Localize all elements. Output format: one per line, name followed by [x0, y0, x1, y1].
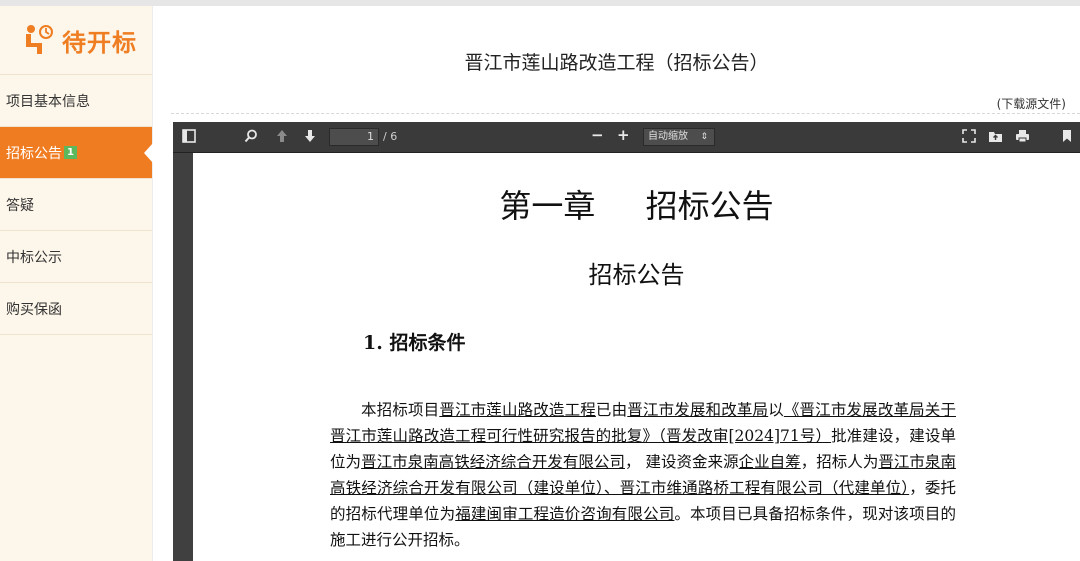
search-icon[interactable]: [244, 129, 258, 148]
zoom-in-icon[interactable]: +: [617, 127, 630, 143]
page-title: 晋江市莲山路改造工程（招标公告）: [464, 52, 769, 74]
page-total: / 6: [383, 130, 398, 143]
chapter-title: 第一章 招标公告: [499, 187, 774, 225]
chevron-updown-icon: ⇕: [700, 132, 708, 142]
sidebar-item-label: 项目基本信息: [6, 93, 90, 110]
pdf-page: 第一章 招标公告 招标公告 1. 招标条件 本招标项目晋江市莲山路改造工程已由晋…: [193, 153, 1080, 561]
sidebar-toggle-icon[interactable]: [182, 129, 196, 148]
page-number-input[interactable]: 1: [329, 128, 379, 146]
sidebar: 待开标 项目基本信息 招标公告 1 答疑 中标公示 购买保函: [0, 6, 153, 561]
pdf-viewer: 1 / 6 − + 自动缩放 ⇕ 第一章 招标公告 招标公告 1. 招标条件 本…: [173, 122, 1080, 561]
main-content: 晋江市莲山路改造工程（招标公告） (下载源文件) 1 / 6 − + 自动缩放 …: [153, 6, 1080, 561]
sidebar-item-tender-notice[interactable]: 招标公告 1: [0, 127, 153, 179]
previous-page-icon[interactable]: [276, 129, 288, 148]
zoom-select[interactable]: 自动缩放 ⇕: [643, 128, 715, 146]
sidebar-item-buy-guarantee[interactable]: 购买保函: [0, 283, 152, 335]
sidebar-item-label: 购买保函: [6, 301, 62, 318]
sidebar-item-qa[interactable]: 答疑: [0, 179, 152, 231]
zoom-out-icon[interactable]: −: [591, 127, 604, 143]
document-paragraph: 本招标项目晋江市莲山路改造工程已由晋江市发展和改革局以《晋江市发展改革局关于晋江…: [330, 400, 956, 549]
section-heading: 1. 招标条件: [363, 332, 466, 354]
sidebar-item-label: 招标公告: [6, 145, 62, 162]
person-clock-icon: [20, 23, 54, 57]
brand-title: 待开标: [62, 28, 137, 57]
count-badge: 1: [64, 146, 77, 159]
divider: [171, 113, 1080, 114]
sidebar-item-award-notice[interactable]: 中标公示: [0, 231, 152, 283]
bookmark-icon[interactable]: [1062, 129, 1072, 148]
pdf-toolbar: 1 / 6 − + 自动缩放 ⇕: [173, 122, 1080, 153]
open-file-icon[interactable]: [988, 129, 1003, 148]
sidebar-item-label: 答疑: [6, 197, 34, 214]
zoom-select-label: 自动缩放: [648, 131, 688, 142]
document-subheading: 招标公告: [588, 261, 685, 289]
brand-header: 待开标: [0, 6, 152, 75]
next-page-icon[interactable]: [304, 129, 316, 148]
presentation-mode-icon[interactable]: [962, 129, 976, 148]
sidebar-item-project-info[interactable]: 项目基本信息: [0, 75, 152, 127]
print-icon[interactable]: [1015, 129, 1030, 148]
download-source-link[interactable]: (下载源文件): [997, 95, 1066, 112]
sidebar-item-label: 中标公示: [6, 249, 62, 266]
